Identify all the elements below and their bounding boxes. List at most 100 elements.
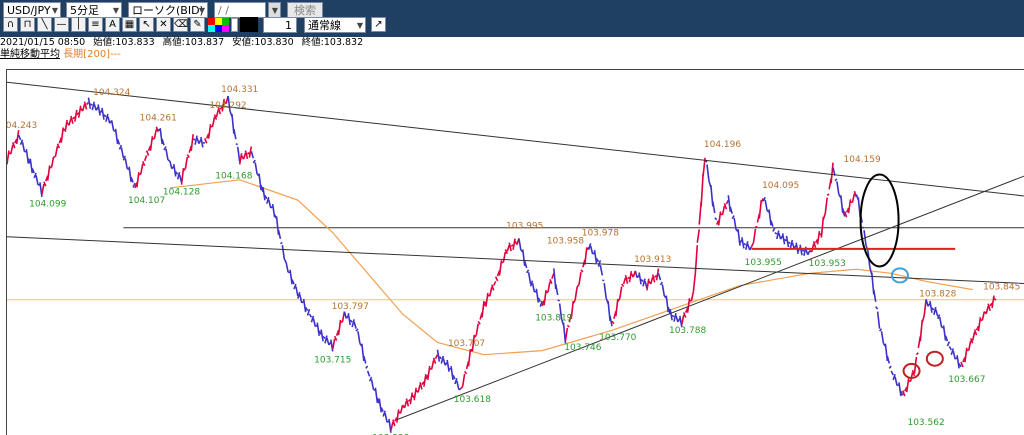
candle-segment <box>785 235 790 248</box>
selected-color[interactable] <box>240 17 258 32</box>
candle-segment <box>50 156 55 168</box>
price-label: 104.196 <box>704 140 741 150</box>
candle-segment <box>801 249 805 252</box>
candle-segment <box>330 339 334 352</box>
price-label: 103.770 <box>599 333 636 343</box>
candle-segment <box>744 241 749 250</box>
price-label: 104.168 <box>215 171 252 181</box>
candle-segment <box>74 109 78 122</box>
candle-segment <box>475 323 479 336</box>
candle-segment <box>774 232 778 235</box>
candle-segment <box>450 365 454 380</box>
color-swatch[interactable] <box>222 18 229 25</box>
candle-segment <box>543 290 547 306</box>
candle-segment <box>70 115 74 124</box>
candle-segment <box>7 150 10 165</box>
candle-segment <box>948 346 953 351</box>
trendline-icon[interactable]: ╲ <box>37 17 52 32</box>
info-close: 終値:103.832 <box>301 37 364 48</box>
candle-segment <box>149 136 154 151</box>
candle-segment <box>460 385 464 390</box>
moving-average-line <box>169 179 973 356</box>
candle-segment <box>159 128 163 145</box>
marker-ellipse <box>859 173 900 268</box>
candle-segment <box>572 299 576 304</box>
candle-segment <box>97 104 101 116</box>
price-label: 103.746 <box>564 343 601 353</box>
grid-icon[interactable]: ▦ <box>122 17 137 32</box>
candle-segment <box>53 155 56 158</box>
candle-segment <box>717 211 722 226</box>
text-tool-icon[interactable]: A <box>105 17 120 32</box>
candle-segment <box>233 128 237 140</box>
candle-segment <box>768 209 772 226</box>
candle-segment <box>283 258 287 264</box>
candle-segment <box>54 146 59 157</box>
candle-segment <box>584 247 588 265</box>
horizontal-line-icon[interactable]: — <box>54 17 69 32</box>
candle-segment <box>114 128 119 145</box>
price-label: 103.978 <box>582 229 619 239</box>
candle-segment <box>956 355 960 369</box>
color-swatch[interactable] <box>215 18 222 25</box>
info-low: 安値:103.830 <box>232 37 294 48</box>
candle-segment <box>681 314 685 325</box>
candle-segment <box>925 299 929 307</box>
color-swatch-white[interactable] <box>231 18 238 32</box>
candle-segment <box>787 241 791 245</box>
candle-segment <box>388 418 392 433</box>
color-swatch[interactable] <box>208 25 215 32</box>
chart-kind-select[interactable]: ローソク(BID) ▼ <box>128 2 208 18</box>
vertical-line-icon[interactable]: │ <box>71 17 86 32</box>
chart-kind-value: ローソク(BID) <box>132 4 204 17</box>
line-style-select[interactable]: 通常線 ▼ <box>304 17 366 33</box>
price-label: 104.128 <box>163 188 200 198</box>
candle-segment <box>492 281 497 286</box>
candle-segment <box>510 244 514 247</box>
candle-segment <box>836 181 840 195</box>
candle-segment <box>644 280 648 289</box>
candle-segment <box>426 365 431 380</box>
channel-icon[interactable]: ≡ <box>88 17 103 32</box>
draw-settings-icon[interactable]: ↗ <box>371 17 386 32</box>
candle-segment <box>721 205 726 215</box>
candle-segment <box>991 295 995 309</box>
price-label: 104.331 <box>221 85 258 95</box>
date-field[interactable]: / / <box>214 2 266 18</box>
cursor-icon[interactable]: ↖ <box>139 17 154 32</box>
symbol-select[interactable]: USD/JPY ▼ <box>3 2 61 18</box>
candle-segment <box>834 178 838 182</box>
candle-segment <box>981 311 986 321</box>
candle-segment <box>748 246 753 251</box>
search-button[interactable]: 検索 <box>287 2 323 18</box>
candle-segment <box>977 317 982 332</box>
candle-segment <box>365 365 369 369</box>
candle-segment <box>649 276 654 285</box>
candle-segment <box>919 319 924 342</box>
pen-icon[interactable]: ✎ <box>190 17 205 32</box>
timeframe-select[interactable]: 5分足 ▼ <box>66 2 122 18</box>
chart-canvas[interactable]: 104.243 104.324 104.261 104.331 104.292 104.0… <box>7 70 1024 435</box>
candle-segment <box>566 324 570 328</box>
price-chart[interactable]: 104.243 104.324 104.261 104.331 104.292 104.0… <box>6 69 1024 435</box>
candle-segment <box>417 384 421 393</box>
price-label: 103.707 <box>448 339 485 349</box>
candle-segment <box>64 119 68 132</box>
candle-segment <box>430 360 435 370</box>
candle-segment <box>198 139 202 144</box>
eraser-icon[interactable]: ⌫ <box>173 17 188 32</box>
fibonacci-icon[interactable]: ⊓ <box>20 17 35 32</box>
color-swatch[interactable] <box>222 25 229 32</box>
candle-segment <box>847 199 852 214</box>
delete-icon[interactable]: ✕ <box>156 17 171 32</box>
magnet-icon[interactable]: ∩ <box>3 17 18 32</box>
candle-segment <box>776 230 780 240</box>
date-dropdown-button[interactable]: ▼ <box>268 2 281 18</box>
price-label: 103.958 <box>547 237 584 247</box>
color-swatch[interactable] <box>208 18 215 25</box>
indicator-name[interactable]: 単純移動平均 <box>0 49 60 60</box>
line-width-stepper[interactable]: 1 <box>263 17 297 33</box>
color-swatch[interactable] <box>215 25 222 32</box>
candle-segment <box>184 156 189 169</box>
candle-segment <box>136 172 140 188</box>
